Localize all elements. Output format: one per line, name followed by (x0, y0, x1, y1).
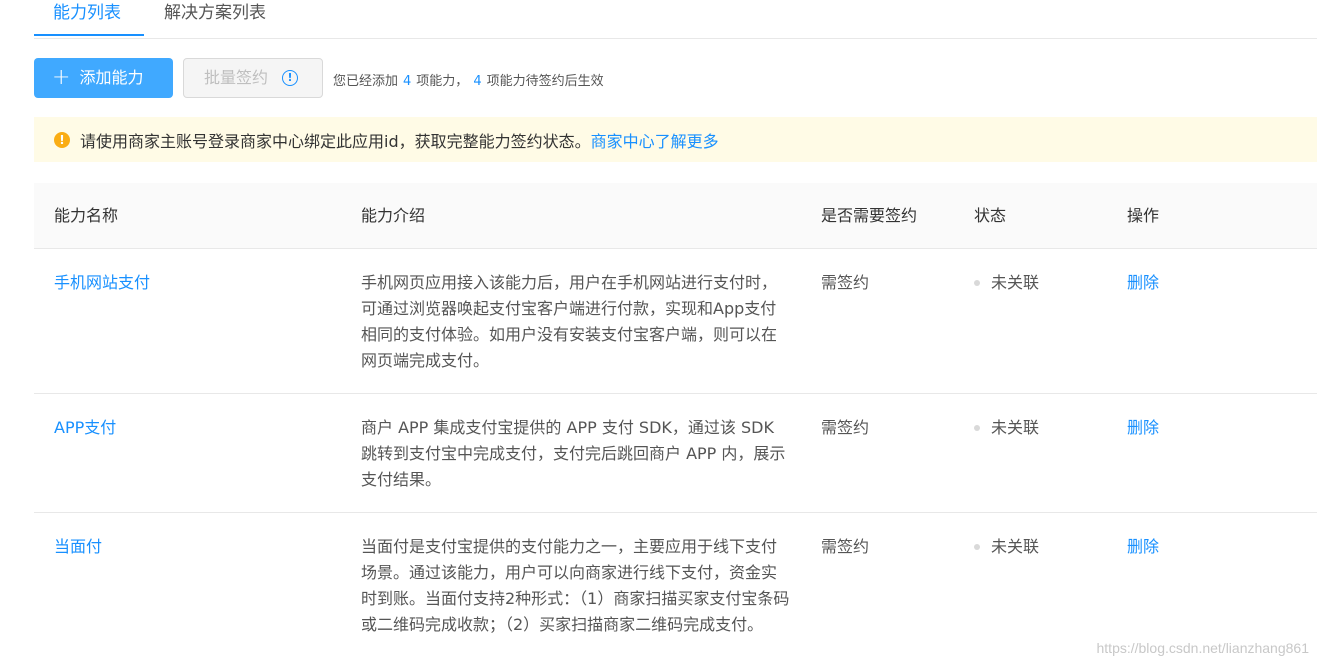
header-status: 状态 (974, 206, 1007, 225)
capability-description: 当面付是支付宝提供的支付能力之一，主要应用于线下支付场景。通过该能力，用户可以向… (361, 537, 790, 634)
status-badge: 未关联 (974, 270, 1039, 296)
capability-description: 手机网页应用接入该能力后，用户在手机网站进行支付时，可通过浏览器唤起支付宝客户端… (361, 273, 778, 370)
info-icon: ! (282, 70, 299, 86)
table-header: 能力名称 能力介绍 是否需要签约 状态 操作 (34, 183, 1317, 249)
tab-solution-list[interactable]: 解决方案列表 (164, 0, 266, 36)
tab-capability-list[interactable]: 能力列表 (34, 0, 144, 36)
table-row: 手机网站支付 手机网页应用接入该能力后，用户在手机网站进行支付时，可通过浏览器唤… (34, 249, 1317, 394)
add-capability-label: 添加能力 (79, 68, 144, 87)
status-dot-icon (974, 425, 980, 431)
delete-link[interactable]: 删除 (1127, 534, 1159, 560)
summary-prefix: 您已经添加 (333, 74, 399, 89)
status-text: 未关联 (991, 537, 1040, 556)
status-badge: 未关联 (974, 415, 1039, 441)
capability-summary: 您已经添加 4 项能力， 4 项能力待签约后生效 (333, 70, 604, 89)
delete-link[interactable]: 删除 (1127, 415, 1159, 441)
header-op: 操作 (1127, 206, 1160, 225)
status-text: 未关联 (991, 273, 1040, 292)
watermark: https://blog.csdn.net/lianzhang861 (1096, 640, 1310, 656)
added-count: 4 (403, 74, 412, 89)
delete-link[interactable]: 删除 (1127, 270, 1159, 296)
header-desc: 能力介绍 (361, 206, 426, 225)
pending-count: 4 (473, 74, 482, 89)
sign-required: 需签约 (821, 418, 870, 437)
header-name: 能力名称 (54, 206, 119, 225)
batch-sign-label: 批量签约 (204, 68, 269, 87)
table-row: APP支付 商户 APP 集成支付宝提供的 APP 支付 SDK，通过该 SDK… (34, 394, 1317, 513)
batch-sign-button[interactable]: 批量签约 ! (183, 58, 323, 98)
merchant-center-link[interactable]: 商家中心 (591, 128, 655, 152)
summary-mid: 项能力， (416, 74, 469, 89)
alert-text: 请使用商家主账号登录商家中心绑定此应用id，获取完整能力签约状态。 (80, 131, 591, 151)
add-capability-button[interactable]: + 添加能力 (34, 58, 173, 98)
tab-bar: 能力列表 解决方案列表 (34, 0, 1317, 39)
warning-icon: ! (54, 131, 70, 148)
plus-icon: + (52, 65, 71, 90)
capability-name-link[interactable]: APP支付 (54, 415, 116, 441)
capability-name-link[interactable]: 手机网站支付 (54, 270, 150, 296)
learn-more-link[interactable]: 了解更多 (655, 128, 719, 152)
header-sign: 是否需要签约 (821, 206, 918, 225)
status-dot-icon (974, 280, 980, 286)
capability-description: 商户 APP 集成支付宝提供的 APP 支付 SDK，通过该 SDK 跳转到支付… (361, 418, 786, 489)
capability-table: 能力名称 能力介绍 是否需要签约 状态 操作 手机网站支付 手机网页应用接入该能… (34, 183, 1317, 666)
summary-suffix: 项能力待签约后生效 (486, 74, 604, 89)
status-dot-icon (974, 544, 980, 550)
status-badge: 未关联 (974, 534, 1039, 560)
notice-alert: ! 请使用商家主账号登录商家中心绑定此应用id，获取完整能力签约状态。 商家中心了… (34, 117, 1317, 162)
page: 能力列表 解决方案列表 + 添加能力 批量签约 ! 您已经添加 4 项能力， 4 项能力… (0, 0, 1317, 666)
capability-name-link[interactable]: 当面付 (54, 534, 102, 560)
status-text: 未关联 (991, 418, 1040, 437)
sign-required: 需签约 (821, 537, 870, 556)
sign-required: 需签约 (821, 273, 870, 292)
